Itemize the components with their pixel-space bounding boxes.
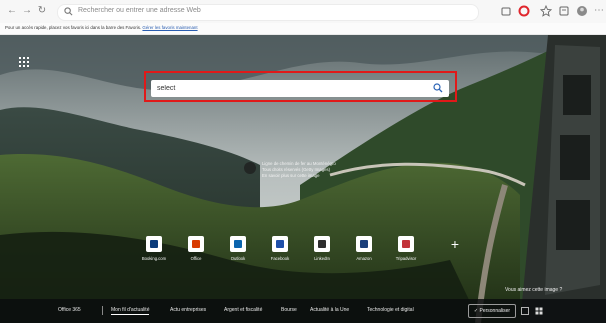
more-icon[interactable]: ⋯ bbox=[593, 5, 605, 17]
favorites-icon[interactable] bbox=[540, 5, 552, 17]
address-bar-text: Rechercher ou entrer une adresse Web bbox=[78, 7, 201, 14]
quick-link-tile[interactable]: Office bbox=[175, 236, 217, 261]
tab-money[interactable]: Argent et fiscalité bbox=[224, 307, 262, 313]
refresh-icon[interactable]: ↻ bbox=[36, 5, 48, 17]
quick-link-tile[interactable]: Facebook bbox=[259, 236, 301, 261]
layout-icon[interactable] bbox=[521, 307, 529, 315]
web-search-box[interactable] bbox=[151, 80, 449, 97]
collections-icon[interactable] bbox=[558, 5, 570, 17]
facebook-icon bbox=[272, 236, 288, 252]
forward-icon[interactable]: → bbox=[21, 5, 33, 17]
office-link[interactable]: Office 365 bbox=[58, 307, 81, 313]
quick-link-tile[interactable]: Amazon bbox=[343, 236, 385, 261]
back-icon[interactable]: ← bbox=[6, 5, 18, 17]
tab-my-feed[interactable]: Mon fil d'actualité bbox=[111, 307, 150, 315]
like-image-link[interactable]: Vous aimez cette image ? bbox=[505, 287, 562, 293]
camera-icon bbox=[244, 162, 256, 174]
extension-icon[interactable] bbox=[500, 5, 512, 17]
profile-icon[interactable] bbox=[576, 5, 588, 17]
linkedin-icon bbox=[314, 236, 330, 252]
web-search-input[interactable] bbox=[157, 82, 417, 94]
tab-top-stories[interactable]: Actualité à la Une bbox=[310, 307, 349, 313]
apps-grid-icon[interactable] bbox=[19, 57, 29, 67]
search-icon bbox=[64, 7, 73, 16]
add-shortcut-icon[interactable]: + bbox=[447, 236, 463, 252]
favorites-bar-message: Pour un accès rapide, placez vos favoris… bbox=[5, 25, 198, 30]
booking-icon bbox=[146, 236, 162, 252]
quick-link-tile[interactable]: Booking.com bbox=[133, 236, 175, 261]
tripadvisor-icon bbox=[398, 236, 414, 252]
image-info-text: Ligne de chemin de fer au Monténégro Tou… bbox=[262, 161, 372, 179]
browser-toolbar: ← → ↻ Rechercher ou entrer une adresse W… bbox=[0, 0, 606, 24]
manage-favorites-link[interactable]: Gérer les favoris maintenant bbox=[142, 25, 197, 30]
quick-link-tile[interactable]: LinkedIn bbox=[301, 236, 343, 261]
quick-link-label: Facebook bbox=[270, 256, 290, 261]
quick-link-label: Amazon bbox=[356, 256, 372, 261]
outlook-icon bbox=[230, 236, 246, 252]
quick-link-label: Office bbox=[190, 256, 202, 261]
quick-link-label: LinkedIn bbox=[314, 256, 330, 261]
office-icon bbox=[188, 236, 204, 252]
settings-icon[interactable] bbox=[535, 307, 543, 315]
tab-stock-market[interactable]: Bourse bbox=[281, 307, 297, 313]
search-icon[interactable] bbox=[433, 83, 443, 93]
favorites-bar: Pour un accès rapide, placez vos favoris… bbox=[0, 23, 606, 35]
personalize-label: Personnaliser bbox=[479, 308, 511, 314]
image-more-link[interactable]: En savoir plus sur cette image bbox=[262, 173, 372, 179]
personalize-button[interactable]: ✓ Personnaliser bbox=[468, 304, 516, 318]
new-tab-page: Ligne de chemin de fer au Monténégro Tou… bbox=[0, 35, 606, 323]
news-nav-bar: Office 365 Mon fil d'actualité Actu entr… bbox=[0, 299, 606, 323]
opera-icon[interactable] bbox=[518, 5, 530, 17]
quick-link-label: Tripadvisor bbox=[395, 256, 417, 261]
address-bar[interactable]: Rechercher ou entrer une adresse Web bbox=[57, 4, 479, 21]
tab-technology[interactable]: Technologie et digital bbox=[367, 307, 414, 313]
amazon-icon bbox=[356, 236, 372, 252]
quick-link-label: Booking.com bbox=[141, 256, 167, 261]
nav-divider bbox=[102, 306, 103, 315]
quick-link-tile[interactable]: Outlook bbox=[217, 236, 259, 261]
quick-link-label: Outlook bbox=[230, 256, 246, 261]
tab-business-news[interactable]: Actu entreprises bbox=[170, 307, 206, 313]
quick-link-tile[interactable]: Tripadvisor bbox=[385, 236, 427, 261]
